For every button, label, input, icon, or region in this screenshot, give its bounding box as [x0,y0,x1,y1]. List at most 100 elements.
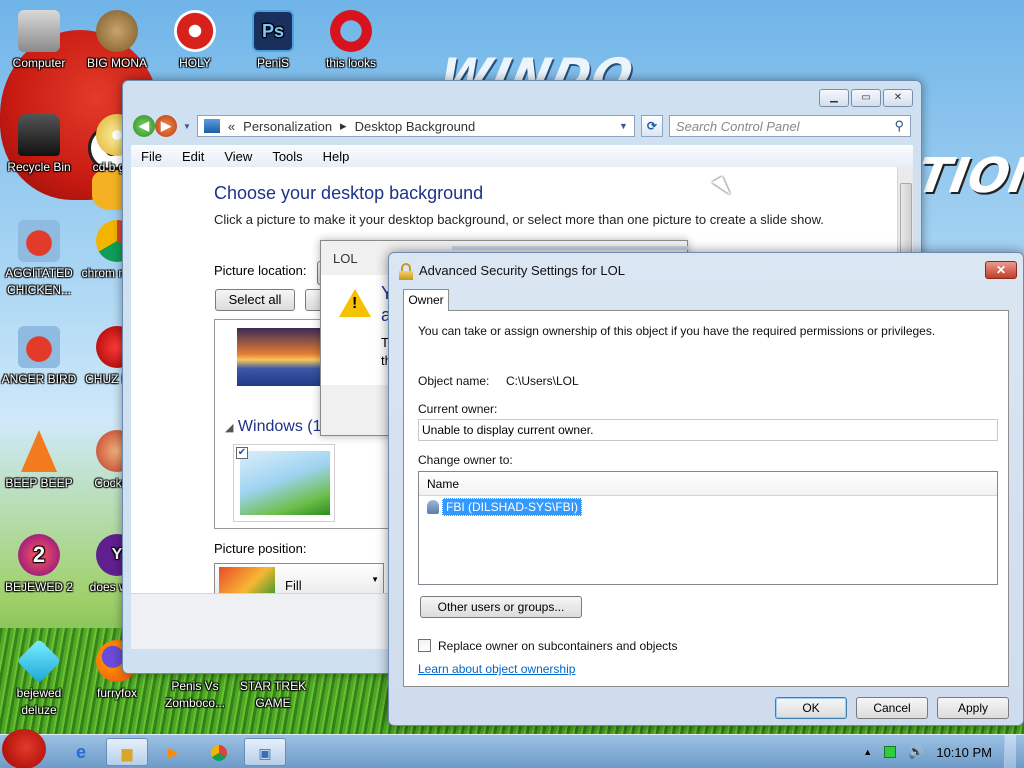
chevron-down-icon: ▼ [371,575,379,584]
owner-tab-panel: You can take or assign ownership of this… [403,310,1009,687]
recent-pages-chevron-icon[interactable]: ▼ [183,122,191,131]
show-hidden-icons-icon[interactable]: ▲ [863,747,872,757]
picture-location-label: Picture location: [214,263,307,278]
page-description: Click a picture to make it your desktop … [214,212,824,227]
scrollbar-thumb[interactable] [900,183,912,253]
wallpaper-thumbnail-windows[interactable]: ✔ [233,444,335,522]
clock[interactable]: 10:10 PM [936,745,992,760]
picture-position-select[interactable]: Fill ▼ [214,563,384,595]
menu-file[interactable]: File [131,149,172,164]
window-caption-buttons: ▁ ▭ ✕ [819,89,913,107]
desktop-icon-bejewed-deluze[interactable]: bejewed deluze [0,638,78,719]
taskbar-media-player[interactable]: ▶ [152,738,194,766]
wallpaper-thumbnail-sunset[interactable] [237,328,325,386]
replace-owner-checkbox[interactable] [418,639,431,652]
menu-help[interactable]: Help [313,149,360,164]
select-all-button[interactable]: Select all [215,289,295,311]
tab-owner[interactable]: Owner [403,289,449,311]
desktop-icon-ps[interactable]: Ps PeniS [234,10,312,72]
show-desktop-button[interactable] [1004,735,1016,768]
page-title: Choose your desktop background [214,183,484,203]
warning-icon: ! [339,289,371,317]
breadcrumb-personalization[interactable]: Personalization [243,119,332,134]
desktop-icon-big-mona[interactable]: BIG MONA [78,10,156,72]
object-name-label: Object name: [418,374,490,388]
angry-bird-icon [18,326,60,368]
recycle-bin-icon [18,114,60,156]
breadcrumb[interactable]: « Personalization ▸ Desktop Background ▼ [196,115,635,137]
wallpaper-thumbnail-image [240,451,330,515]
refresh-icon[interactable]: ⟳ [640,115,663,137]
control-panel-icon [203,119,220,133]
desktop-icon-holy[interactable]: HOLY [156,10,234,72]
desktop-icon-recycle-bin[interactable]: Recycle Bin [0,114,78,176]
wallpaper-text-right: TION [913,148,1024,204]
taskbar-ie[interactable]: e [60,738,102,766]
apply-button[interactable]: Apply [937,697,1009,719]
minimize-button[interactable]: ▁ [819,89,849,107]
start-button[interactable] [2,729,46,768]
collapse-arrow-icon: ◢ [225,422,234,434]
menu-view[interactable]: View [214,149,262,164]
computer-icon [18,10,60,52]
learn-ownership-link[interactable]: Learn about object ownership [418,662,575,676]
control-panel-icon: ▣ [258,745,272,761]
vlc-icon [21,430,57,472]
back-arrow-icon[interactable]: ◀ [133,115,155,137]
position-preview [219,567,275,593]
money-bag-icon [96,10,138,52]
user-icon [427,500,439,514]
desktop-icon-bejewed-2[interactable]: 2 BEJEWED 2 [0,534,78,596]
taskbar: e ▆ ▶ ▣ ▲ 🔊 10:10 PM [0,729,1024,768]
search-icon[interactable]: ⚲ [894,118,904,134]
taskbar-explorer[interactable]: ▆ [106,738,148,766]
internet-explorer-icon: e [75,742,86,762]
list-column-name[interactable]: Name [419,472,997,496]
desktop-icon-computer[interactable]: Computer [0,10,78,72]
taskbar-chrome[interactable] [198,738,240,766]
current-owner-label: Current owner: [418,402,498,416]
ok-button[interactable]: OK [775,697,847,719]
intro-text: You can take or assign ownership of this… [418,324,936,338]
folder-icon: ▆ [121,745,133,761]
lock-icon [399,263,413,280]
list-item[interactable]: FBI (DILSHAD-SYS\FBI) [427,498,583,516]
advanced-security-dialog: Advanced Security Settings for LOL ✕ Own… [388,252,1024,726]
chrome-icon [211,745,227,762]
lol-dialog-tab-strip [452,246,688,250]
taskbar-control-panel[interactable]: ▣ [244,738,286,766]
current-owner-field: Unable to display current owner. [418,419,998,441]
desktop-icon-aggitated-chicken[interactable]: AGGITATED CHICKEN... [0,220,78,299]
photoshop-icon: Ps [252,10,294,52]
radiation-icon [174,10,216,52]
menu-bar: File Edit View Tools Help [131,145,913,167]
desktop-icon-beep-beep[interactable]: BEEP BEEP [0,430,78,492]
menu-edit[interactable]: Edit [172,149,214,164]
checkbox-checked-icon[interactable]: ✔ [236,447,248,459]
system-tray: ▲ 🔊 10:10 PM [863,735,1024,768]
chevron-down-icon[interactable]: ▼ [619,121,628,131]
owner-list[interactable]: Name FBI (DILSHAD-SYS\FBI) [418,471,998,585]
volume-icon[interactable]: 🔊 [908,744,924,760]
change-owner-label: Change owner to: [418,453,513,467]
desktop-icon-anger-bird[interactable]: ANGER BIRD [0,326,78,388]
maximize-button[interactable]: ▭ [851,89,881,107]
diamond-icon [16,638,62,684]
battery-icon[interactable] [884,746,897,758]
forward-arrow-icon[interactable]: ▶ [155,115,177,137]
desktop-icon-opera[interactable]: this looks [312,10,390,72]
close-button[interactable]: ✕ [883,89,913,107]
other-users-button[interactable]: Other users or groups... [420,596,582,618]
close-button[interactable]: ✕ [985,261,1017,279]
menu-tools[interactable]: Tools [262,149,312,164]
search-input[interactable]: Search Control Panel ⚲ [668,115,911,137]
windows-group-header[interactable]: ◢ Windows (1 [225,418,322,436]
breadcrumb-desktop-background[interactable]: Desktop Background [355,119,476,134]
angry-bird-icon [18,220,60,262]
cancel-button[interactable]: Cancel [856,697,928,719]
media-player-icon: ▶ [167,744,179,760]
dialog-title: Advanced Security Settings for LOL [419,263,625,278]
lol-dialog-title: LOL [333,251,358,266]
address-bar: ◀ ▶ ▼ « Personalization ▸ Desktop Backgr… [133,113,911,139]
replace-owner-label: Replace owner on subcontainers and objec… [438,639,678,653]
